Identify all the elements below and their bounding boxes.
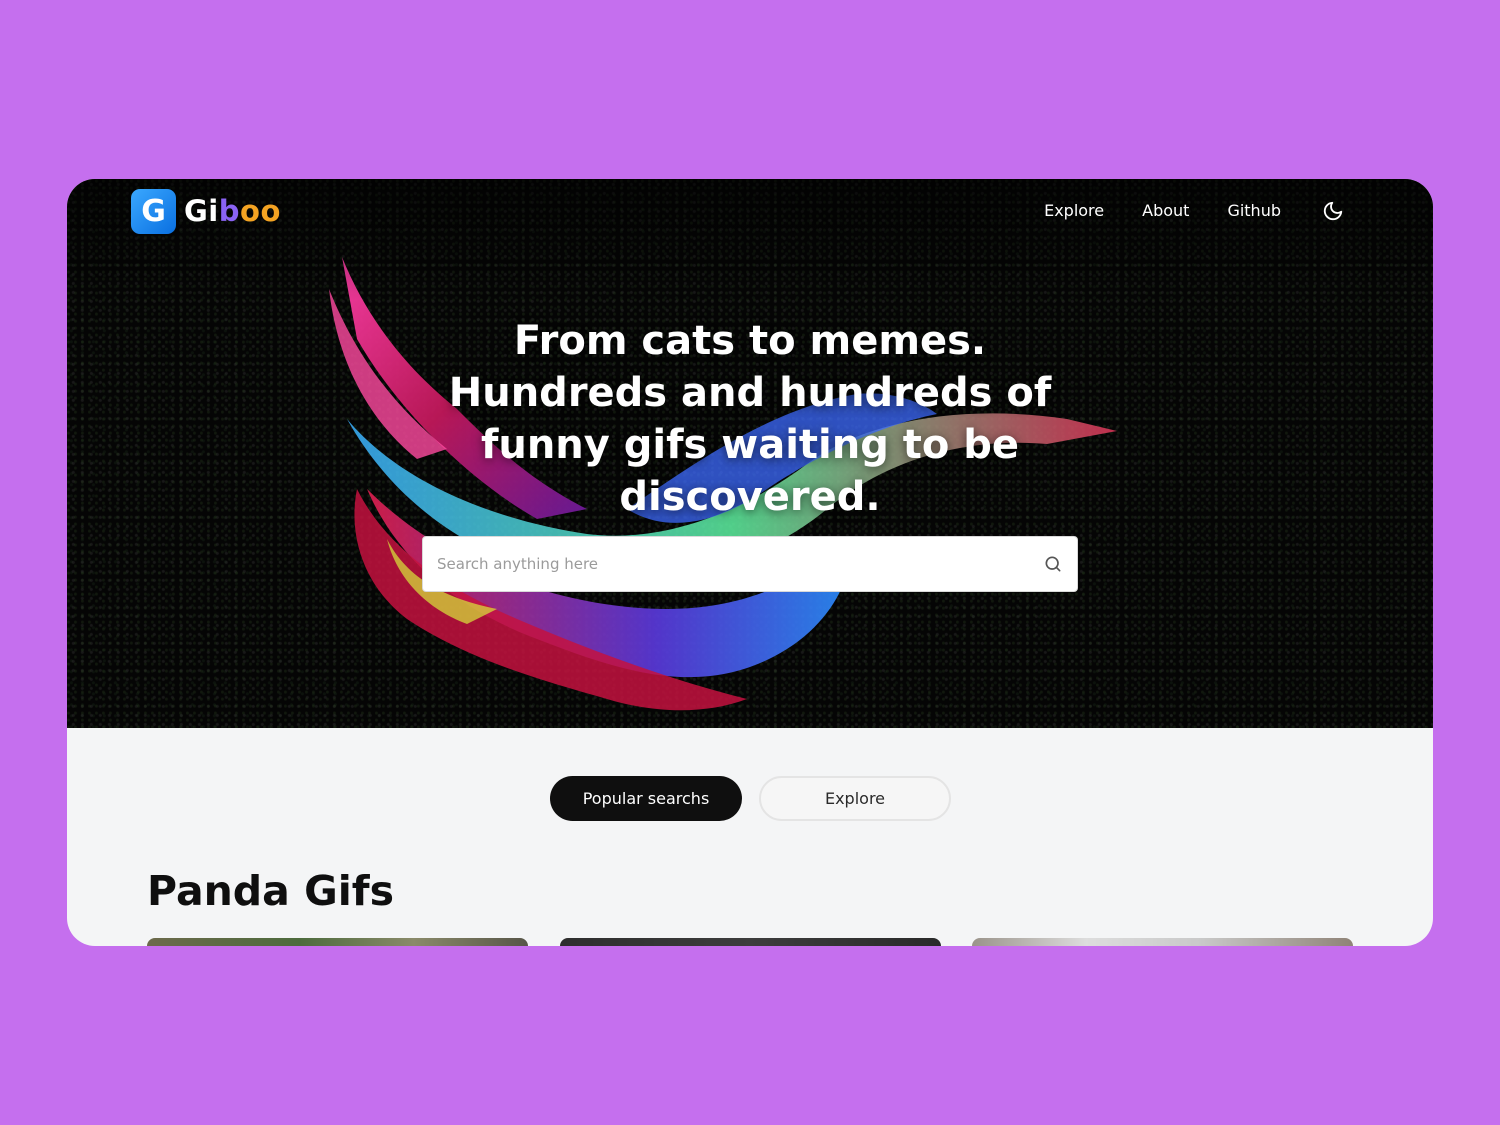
app-window: G Giboo Explore About Github From cats t… bbox=[67, 179, 1433, 946]
tab-explore[interactable]: Explore bbox=[759, 776, 951, 821]
tab-popular-searchs[interactable]: Popular searchs bbox=[550, 776, 742, 821]
logo-wordmark-part-1: Gi bbox=[184, 194, 219, 228]
hero-banner: G Giboo Explore About Github From cats t… bbox=[67, 179, 1433, 728]
nav-links: Explore About Github bbox=[1006, 199, 1345, 223]
logo-wordmark-part-2: b bbox=[218, 194, 241, 228]
theme-toggle-button[interactable] bbox=[1321, 199, 1345, 223]
content-tabs: Popular searchs Explore bbox=[550, 776, 951, 821]
gif-card[interactable] bbox=[560, 938, 941, 946]
section-title: Panda Gifs bbox=[147, 867, 395, 915]
nav-link-github[interactable]: Github bbox=[1227, 199, 1281, 223]
top-navbar: G Giboo Explore About Github bbox=[67, 179, 1433, 245]
logo-mark: G bbox=[131, 189, 176, 234]
giboo-logo[interactable]: G Giboo bbox=[131, 189, 281, 234]
logo-wordmark-part-3: oo bbox=[240, 194, 281, 228]
moon-icon bbox=[1323, 201, 1343, 221]
gif-grid bbox=[147, 938, 1353, 946]
gif-card[interactable] bbox=[972, 938, 1353, 946]
search-icon[interactable] bbox=[1043, 554, 1063, 574]
search-bar[interactable] bbox=[422, 536, 1078, 592]
nav-link-explore[interactable]: Explore bbox=[1044, 199, 1104, 223]
gif-card[interactable] bbox=[147, 938, 528, 946]
nav-link-about[interactable]: About bbox=[1142, 199, 1189, 223]
logo-letter: G bbox=[141, 193, 166, 229]
hero-headline: From cats to memes. Hundreds and hundred… bbox=[448, 318, 1052, 520]
search-input[interactable] bbox=[437, 555, 1043, 573]
logo-wordmark: Giboo bbox=[184, 197, 281, 226]
